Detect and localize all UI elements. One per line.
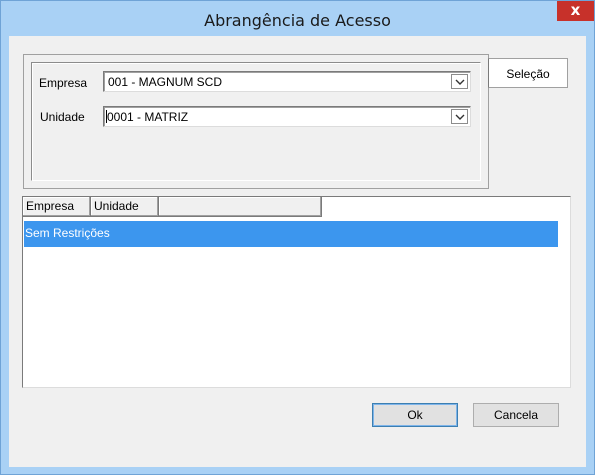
column-header-unidade[interactable]: Unidade [91, 197, 159, 217]
empresa-combobox[interactable]: 001 - MAGNUM SCD [103, 71, 471, 92]
chevron-down-icon [455, 114, 465, 120]
access-list[interactable]: Empresa Unidade Sem Restrições [22, 196, 571, 388]
empresa-dropdown-button[interactable] [451, 74, 468, 89]
title-bar[interactable]: Abrangência de Acesso x [1, 1, 594, 36]
unidade-value: 0001 - MATRIZ [107, 110, 189, 124]
ok-button[interactable]: Ok [372, 403, 458, 427]
window-title: Abrangência de Acesso [204, 11, 391, 30]
chevron-down-icon [455, 79, 465, 85]
list-header: Empresa Unidade [23, 197, 322, 217]
empresa-label: Empresa [39, 76, 88, 90]
unidade-combobox[interactable]: 0001 - MATRIZ [103, 106, 471, 127]
cancel-button[interactable]: Cancela [473, 403, 559, 427]
tab-selecao[interactable]: Seleção [488, 58, 568, 88]
list-item[interactable]: Sem Restrições [24, 221, 558, 247]
unidade-dropdown-button[interactable] [451, 109, 468, 124]
column-header-empresa[interactable]: Empresa [23, 197, 91, 217]
close-button[interactable]: x [557, 1, 594, 21]
column-header-blank[interactable] [159, 197, 322, 217]
unidade-value-wrap: 0001 - MATRIZ [106, 110, 188, 124]
empresa-value: 001 - MAGNUM SCD [108, 75, 223, 89]
unidade-label: Unidade [40, 110, 85, 124]
close-icon: x [570, 1, 581, 19]
